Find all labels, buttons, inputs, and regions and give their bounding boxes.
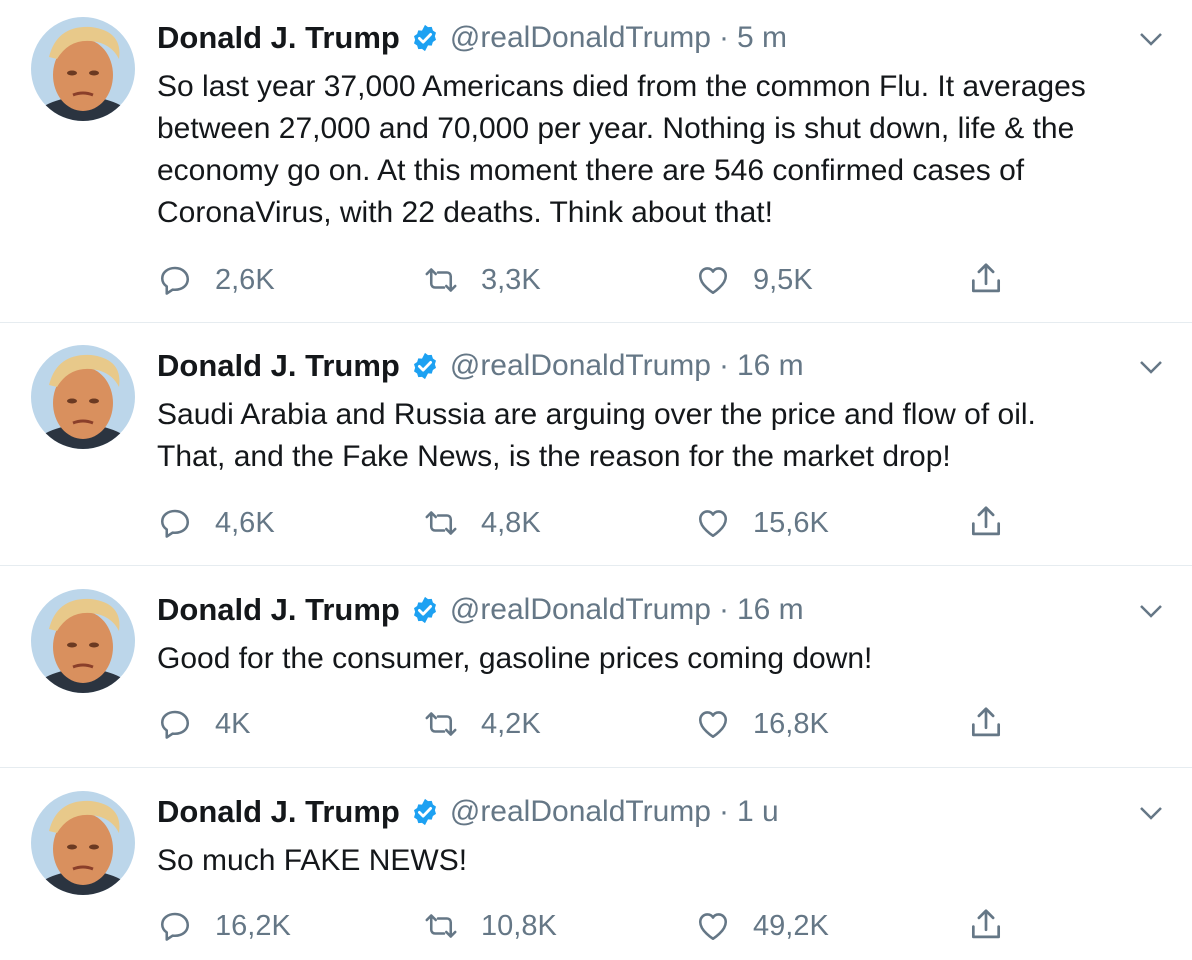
- like-count: 49,2K: [753, 909, 829, 942]
- tweet-header: Donald J. Trump @realDonaldTrump · 5 m: [157, 16, 787, 60]
- tweet-header: Donald J. Trump @realDonaldTrump · 16 m: [157, 588, 804, 632]
- retweet-count: 4,2K: [481, 707, 541, 740]
- share-icon[interactable]: [967, 260, 1005, 298]
- separator: ·: [718, 21, 729, 54]
- reply-count: 4,6K: [215, 506, 275, 539]
- timestamp[interactable]: 5 m: [737, 21, 787, 55]
- retweet-count: 4,8K: [481, 506, 541, 539]
- separator: ·: [718, 795, 729, 828]
- author-handle[interactable]: @realDonaldTrump: [450, 795, 711, 829]
- avatar[interactable]: [31, 345, 135, 449]
- author-name[interactable]: Donald J. Trump: [157, 592, 400, 628]
- reply-button[interactable]: 4,6K: [157, 501, 275, 545]
- verified-badge-icon: [410, 797, 440, 827]
- like-button[interactable]: 15,6K: [695, 501, 829, 545]
- author-handle[interactable]: @realDonaldTrump: [450, 349, 711, 383]
- like-icon: [698, 510, 728, 538]
- like-count: 15,6K: [753, 506, 829, 539]
- tweet-actions: 4K 4,2K 16,8K: [157, 702, 1037, 746]
- avatar[interactable]: [31, 589, 135, 693]
- share-icon[interactable]: [967, 503, 1005, 541]
- reply-icon: [160, 509, 190, 538]
- author-handle[interactable]: @realDonaldTrump: [450, 21, 711, 55]
- reply-count: 2,6K: [215, 263, 275, 296]
- tweet-header: Donald J. Trump @realDonaldTrump · 16 m: [157, 344, 804, 388]
- timestamp[interactable]: 1 u: [737, 795, 779, 829]
- retweet-button[interactable]: 10,8K: [423, 904, 557, 948]
- retweet-count: 10,8K: [481, 909, 557, 942]
- author-name[interactable]: Donald J. Trump: [157, 20, 400, 56]
- caret-down-icon[interactable]: [1136, 596, 1166, 626]
- avatar[interactable]: [31, 17, 135, 121]
- tweet-actions: 16,2K 10,8K 49,2K: [157, 904, 1037, 948]
- like-icon: [698, 267, 728, 295]
- tweet-actions: 4,6K 4,8K 15,6K: [157, 501, 1037, 545]
- share-icon[interactable]: [967, 704, 1005, 742]
- like-button[interactable]: 49,2K: [695, 904, 829, 948]
- share-icon[interactable]: [967, 906, 1005, 944]
- tweet-text: So last year 37,000 Americans died from …: [157, 70, 1086, 229]
- tweet[interactable]: Donald J. Trump @realDonaldTrump · 5 m S…: [0, 0, 1192, 323]
- caret-down-icon[interactable]: [1136, 352, 1166, 382]
- like-icon: [698, 913, 728, 941]
- retweet-button[interactable]: 4,2K: [423, 702, 541, 746]
- tweet-text: Saudi Arabia and Russia are arguing over…: [157, 398, 1036, 473]
- like-button[interactable]: 9,5K: [695, 258, 813, 302]
- verified-badge-icon: [410, 23, 440, 53]
- timestamp[interactable]: 16 m: [737, 349, 804, 383]
- author-name[interactable]: Donald J. Trump: [157, 348, 400, 384]
- tweet[interactable]: Donald J. Trump @realDonaldTrump · 1 u S…: [0, 774, 1192, 960]
- like-icon: [698, 711, 728, 739]
- retweet-button[interactable]: 3,3K: [423, 258, 541, 302]
- separator: ·: [718, 593, 729, 626]
- caret-down-icon[interactable]: [1136, 798, 1166, 828]
- retweet-count: 3,3K: [481, 263, 541, 296]
- reply-button[interactable]: 16,2K: [157, 904, 291, 948]
- avatar[interactable]: [31, 791, 135, 895]
- tweet-actions: 2,6K 3,3K 9,5K: [157, 258, 1037, 302]
- retweet-button[interactable]: 4,8K: [423, 501, 541, 545]
- retweet-icon: [425, 914, 457, 938]
- verified-badge-icon: [410, 595, 440, 625]
- tweet-text: So much FAKE NEWS!: [157, 844, 468, 877]
- reply-icon: [160, 266, 190, 295]
- reply-count: 16,2K: [215, 909, 291, 942]
- author-name[interactable]: Donald J. Trump: [157, 794, 400, 830]
- timestamp[interactable]: 16 m: [737, 593, 804, 627]
- separator: ·: [718, 349, 729, 382]
- reply-button[interactable]: 4K: [157, 702, 250, 746]
- tweet[interactable]: Donald J. Trump @realDonaldTrump · 16 m …: [0, 328, 1192, 566]
- reply-button[interactable]: 2,6K: [157, 258, 275, 302]
- verified-badge-icon: [410, 351, 440, 381]
- reply-count: 4K: [215, 707, 251, 740]
- like-count: 16,8K: [753, 707, 829, 740]
- like-count: 9,5K: [753, 263, 813, 296]
- author-handle[interactable]: @realDonaldTrump: [450, 593, 711, 627]
- tweet[interactable]: Donald J. Trump @realDonaldTrump · 16 m …: [0, 572, 1192, 768]
- tweet-text: Good for the consumer, gasoline prices c…: [157, 642, 873, 675]
- reply-icon: [160, 912, 190, 941]
- retweet-icon: [425, 712, 457, 736]
- reply-icon: [160, 710, 190, 739]
- like-button[interactable]: 16,8K: [695, 702, 829, 746]
- caret-down-icon[interactable]: [1136, 24, 1166, 54]
- tweet-header: Donald J. Trump @realDonaldTrump · 1 u: [157, 790, 779, 834]
- retweet-icon: [425, 511, 457, 535]
- retweet-icon: [425, 268, 457, 292]
